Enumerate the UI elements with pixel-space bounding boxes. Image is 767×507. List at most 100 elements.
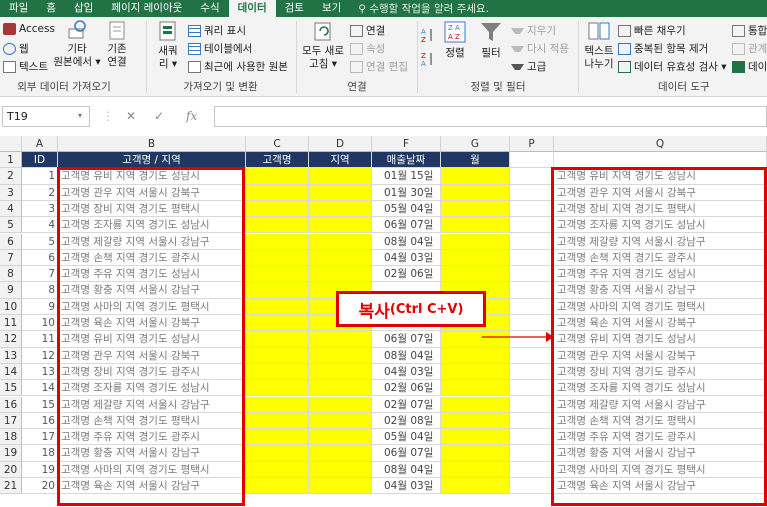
name-region-cell[interactable]: 고객명 조자룡 지역 경기도 성남시 [58,217,246,234]
pasted-cell[interactable]: 고객명 제갈량 지역 서울시 강남구 [554,396,767,413]
row-header[interactable]: 19 [0,445,22,462]
pasted-cell[interactable]: 고객명 손책 지역 경기도 평택시 [554,412,767,430]
insert-function-icon[interactable]: fx [186,106,197,127]
region-cell[interactable] [309,445,372,462]
region-cell[interactable] [309,331,372,348]
id-cell[interactable]: 16 [22,412,58,430]
id-cell[interactable]: 17 [22,429,58,446]
month-cell[interactable] [441,445,510,462]
row-header[interactable]: 8 [0,266,22,283]
region-cell[interactable] [309,200,372,218]
id-cell[interactable]: 7 [22,266,58,283]
row-header[interactable]: 5 [0,217,22,234]
id-cell[interactable]: 14 [22,380,58,397]
pasted-cell[interactable]: 고객명 장비 지역 경기도 광주시 [554,363,767,381]
from-table-button[interactable]: 테이블에서 [188,41,252,56]
table-cell[interactable] [510,363,554,381]
month-cell[interactable] [441,347,510,364]
id-cell[interactable]: 15 [22,396,58,413]
pasted-cell[interactable]: 고객명 육손 지역 서울시 강남구 [554,478,767,495]
table-cell[interactable] [510,249,554,267]
row-header[interactable]: 15 [0,380,22,397]
date-cell[interactable]: 01월 15일 [372,168,441,185]
id-cell[interactable]: 1 [22,168,58,185]
month-cell[interactable] [441,233,510,250]
show-queries-button[interactable]: 쿼리 표시 [188,23,246,38]
menu-tab-2[interactable]: 삽입 [65,0,102,17]
id-cell[interactable]: 6 [22,249,58,267]
pasted-cell[interactable]: 고객명 사마의 지역 경기도 평택시 [554,298,767,315]
date-cell[interactable]: 02월 06일 [372,380,441,397]
date-cell[interactable]: 04월 03일 [372,249,441,267]
table-cell[interactable] [510,396,554,413]
edit-links-button[interactable]: 연결 편집 [350,59,408,74]
name-cell[interactable] [246,184,309,201]
flash-fill-button[interactable]: 빠른 채우기 [618,23,686,38]
table-cell[interactable] [510,445,554,462]
name-region-cell[interactable]: 고객명 장비 지역 경기도 평택시 [58,200,246,218]
id-cell[interactable]: 19 [22,461,58,478]
id-cell[interactable]: 10 [22,315,58,332]
row-header[interactable]: 17 [0,412,22,430]
table-cell[interactable] [510,200,554,218]
existing-connections-button[interactable]: 기존 연결 [104,19,130,69]
id-cell[interactable]: 20 [22,478,58,495]
date-cell[interactable]: 06월 07일 [372,217,441,234]
date-cell[interactable]: 08월 04일 [372,233,441,250]
id-cell[interactable]: 18 [22,445,58,462]
month-cell[interactable] [441,412,510,430]
new-query-button[interactable]: 새쿼 리 ▾ [150,19,186,71]
name-cell[interactable] [246,331,309,348]
column-header-G[interactable]: G [441,136,510,152]
name-cell[interactable] [246,168,309,185]
sort-button[interactable]: Z AA Z 정렬 [439,19,471,60]
menu-tab-6[interactable]: 검토 [276,0,313,17]
column-header-Q[interactable]: Q [554,136,767,152]
date-cell[interactable]: 01월 30일 [372,184,441,201]
select-all-corner[interactable] [0,136,22,152]
date-cell[interactable]: 02월 07일 [372,396,441,413]
remove-duplicates-button[interactable]: 중복된 항목 제거 [618,41,708,56]
pasted-cell[interactable]: 고객명 관우 지역 서울시 강북구 [554,347,767,364]
from-text-button[interactable]: 텍스트 [3,59,48,74]
header-cell-D[interactable]: 지역 [309,152,372,169]
table-cell[interactable] [510,266,554,283]
header-cell-G[interactable]: 월 [441,152,510,169]
from-access-button[interactable]: Access [3,23,55,35]
date-cell[interactable]: 08월 04일 [372,347,441,364]
column-header-P[interactable]: P [510,136,554,152]
row-header[interactable]: 20 [0,461,22,478]
id-cell[interactable]: 13 [22,363,58,381]
header-cell-A[interactable]: ID [22,152,58,169]
date-cell[interactable]: 05월 04일 [372,200,441,218]
name-cell[interactable] [246,380,309,397]
name-region-cell[interactable]: 고객명 손책 지역 경기도 광주시 [58,249,246,267]
name-region-cell[interactable]: 고객명 관우 지역 서울시 강북구 [58,184,246,201]
id-cell[interactable]: 11 [22,331,58,348]
region-cell[interactable] [309,217,372,234]
name-region-cell[interactable]: 고객명 제갈량 지역 서울시 강남구 [58,396,246,413]
advanced-filter-button[interactable]: 고급 [511,59,546,74]
connections-button[interactable]: 연결 [350,23,385,38]
name-region-cell[interactable]: 고객명 황충 지역 서울시 강남구 [58,282,246,299]
pasted-cell[interactable]: 고객명 관우 지역 서울시 강북구 [554,184,767,201]
row-header[interactable]: 13 [0,347,22,364]
region-cell[interactable] [309,168,372,185]
row-header[interactable]: 18 [0,429,22,446]
row-header[interactable]: 3 [0,184,22,201]
table-cell[interactable] [510,168,554,185]
name-cell[interactable] [246,429,309,446]
filter-button[interactable]: 필터 [475,19,507,60]
month-cell[interactable] [441,396,510,413]
name-cell[interactable] [246,200,309,218]
enter-formula-icon[interactable]: ✓ [154,106,164,127]
name-cell[interactable] [246,217,309,234]
month-cell[interactable] [441,249,510,267]
month-cell[interactable] [441,217,510,234]
name-cell[interactable] [246,445,309,462]
pasted-cell[interactable]: 고객명 장비 지역 경기도 평택시 [554,200,767,218]
date-cell[interactable]: 06월 07일 [372,445,441,462]
month-cell[interactable] [441,200,510,218]
name-region-cell[interactable]: 고객명 조자룡 지역 경기도 성남시 [58,380,246,397]
row-header[interactable]: 21 [0,478,22,495]
